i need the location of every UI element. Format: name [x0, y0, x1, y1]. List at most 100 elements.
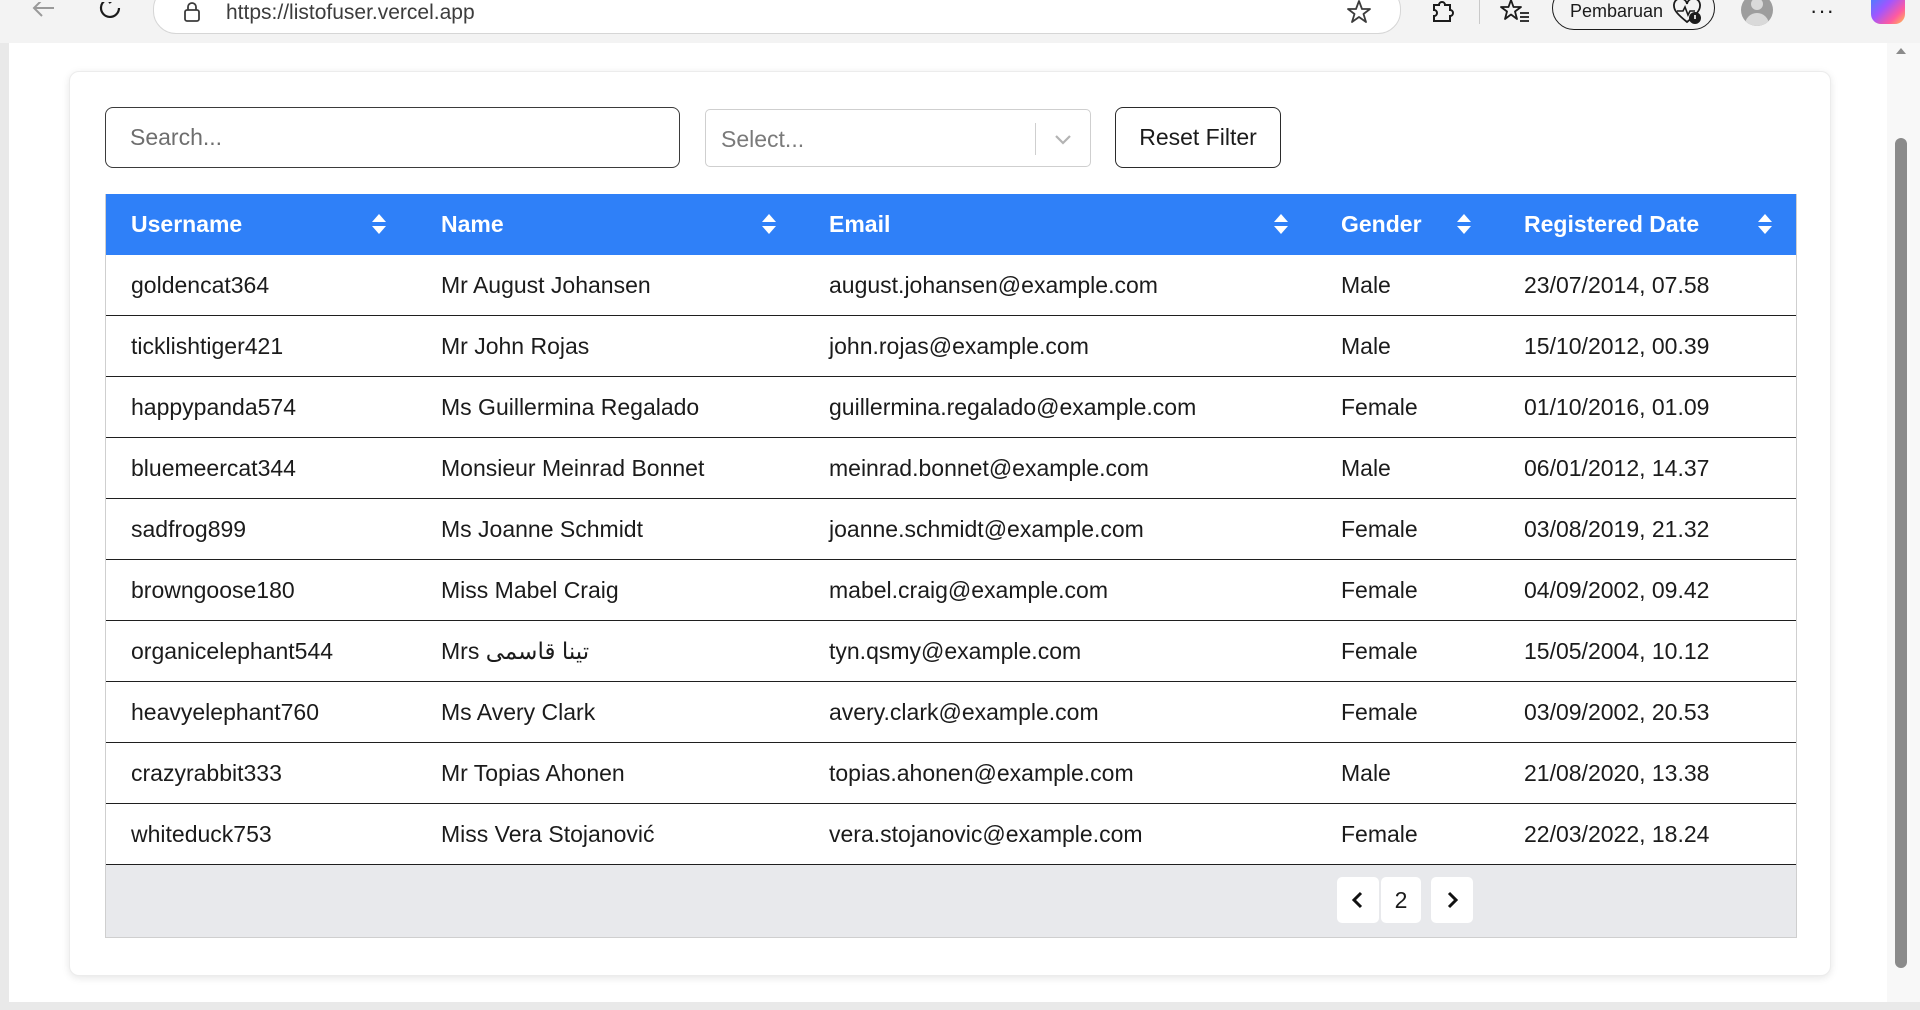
refresh-button[interactable]: [91, 0, 131, 28]
sort-icon[interactable]: [371, 213, 387, 235]
cell-gender: Male: [1341, 271, 1391, 298]
cell-email: mabel.craig@example.com: [829, 576, 1109, 603]
gender-select[interactable]: Select...: [705, 109, 1091, 167]
table-body: goldencat364 Mr August Johansen august.joh…: [106, 255, 1796, 865]
prev-page-button[interactable]: [1337, 877, 1379, 923]
select-divider: [1035, 123, 1036, 155]
column-username-header[interactable]: Username: [131, 194, 242, 255]
cell-name: Mr Topias Ahonen: [441, 759, 625, 786]
chevron-down-icon[interactable]: [1052, 128, 1074, 150]
refresh-icon: [99, 2, 121, 19]
cell-username: goldencat364: [131, 271, 270, 298]
back-button[interactable]: [22, 0, 62, 28]
cell-name: Ms Joanne Schmidt: [441, 515, 643, 542]
update-button[interactable]: Pembaruan: [1552, 0, 1715, 30]
column-registered-date-header[interactable]: Registered Date: [1524, 194, 1699, 255]
cell-registered: 03/08/2019, 21.32: [1524, 515, 1710, 542]
cell-username: whiteduck753: [131, 820, 272, 847]
cell-name: Ms Avery Clark: [441, 698, 596, 725]
cell-username: ticklishtiger421: [131, 332, 284, 359]
toolbar-divider: [1479, 0, 1480, 24]
users-table: Username Name Email Gender Registered Date g…: [105, 194, 1797, 938]
url-text: https://listofuser.vercel.app: [226, 1, 475, 24]
cell-username: browngoose180: [131, 576, 295, 603]
sort-icon[interactable]: [1757, 213, 1773, 235]
table-row: bluemeercat344 Monsieur Meinrad Bonnet mei…: [106, 438, 1796, 499]
more-menu-button[interactable]: ···: [1810, 0, 1835, 24]
search-input[interactable]: [105, 107, 680, 168]
select-placeholder: Select...: [721, 126, 805, 152]
copilot-icon[interactable]: [1871, 0, 1905, 24]
favorites-icon[interactable]: [1500, 0, 1530, 25]
cell-username: organicelephant544: [131, 637, 334, 664]
cell-name: Mrs تينا قاسمی: [441, 637, 590, 664]
table-row: goldencat364 Mr August Johansen august.joh…: [106, 255, 1796, 316]
cell-registered: 23/07/2014, 07.58: [1524, 271, 1710, 298]
extensions-icon[interactable]: [1428, 0, 1456, 25]
scroll-up-arrow[interactable]: [1896, 48, 1906, 54]
table-row: happypanda574 Ms Guillermina Regalado guil…: [106, 377, 1796, 438]
cell-email: vera.stojanovic@example.com: [829, 820, 1143, 847]
cell-gender: Female: [1341, 515, 1418, 542]
cell-email: john.rojas@example.com: [829, 332, 1089, 359]
table-row: heavyelephant760 Ms Avery Clark avery.clar…: [106, 682, 1796, 743]
cell-gender: Male: [1341, 332, 1391, 359]
current-page: 2: [1381, 877, 1421, 923]
cell-name: Miss Mabel Craig: [441, 576, 619, 603]
cell-email: avery.clark@example.com: [829, 698, 1099, 725]
reset-filter-button[interactable]: Reset Filter: [1115, 107, 1281, 168]
profile-avatar[interactable]: [1741, 0, 1773, 26]
scrollbar-thumb[interactable]: [1895, 138, 1907, 968]
cell-registered: 04/09/2002, 09.42: [1524, 576, 1710, 603]
cell-gender: Female: [1341, 393, 1418, 420]
browser-toolbar: https://listofuser.vercel.app Pembaruan …: [0, 0, 1920, 43]
table-row: browngoose180 Miss Mabel Craig mabel.craig…: [106, 560, 1796, 621]
update-label: Pembaruan: [1570, 1, 1664, 21]
cell-email: meinrad.bonnet@example.com: [829, 454, 1149, 481]
cell-registered: 21/08/2020, 13.38: [1524, 759, 1710, 786]
cell-registered: 15/10/2012, 00.39: [1524, 332, 1710, 359]
heart-pulse-icon: [1673, 0, 1701, 24]
cell-registered: 06/01/2012, 14.37: [1524, 454, 1710, 481]
cell-gender: Male: [1341, 759, 1391, 786]
cell-registered: 01/10/2016, 01.09: [1524, 393, 1710, 420]
table-row: organicelephant544 Mrs تينا قاسمی tyn.qsmy…: [106, 621, 1796, 682]
table-header: Username Name Email Gender Registered Date: [106, 194, 1796, 255]
cell-gender: Female: [1341, 820, 1418, 847]
column-name-header[interactable]: Name: [441, 194, 504, 255]
cell-username: bluemeercat344: [131, 454, 296, 481]
cell-name: Mr August Johansen: [441, 271, 651, 298]
cell-name: Miss Vera Stojanović: [441, 820, 655, 847]
cell-email: topias.ahonen@example.com: [829, 759, 1134, 786]
cell-gender: Female: [1341, 637, 1418, 664]
cell-name: Ms Guillermina Regalado: [441, 393, 700, 420]
window-bottom-edge: [0, 1002, 1920, 1010]
column-email-header[interactable]: Email: [829, 194, 890, 255]
cell-username: crazyrabbit333: [131, 759, 282, 786]
cell-gender: Female: [1341, 576, 1418, 603]
table-row: crazyrabbit333 Mr Topias Ahonen topias.aho…: [106, 743, 1796, 804]
table-row: sadfrog899 Ms Joanne Schmidt joanne.schmid…: [106, 499, 1796, 560]
chevron-right-icon: [1447, 891, 1459, 909]
next-page-button[interactable]: [1431, 877, 1473, 923]
column-gender-header[interactable]: Gender: [1341, 194, 1422, 255]
sort-icon[interactable]: [1273, 213, 1289, 235]
cell-registered: 03/09/2002, 20.53: [1524, 698, 1710, 725]
cell-registered: 15/05/2004, 10.12: [1524, 637, 1710, 664]
cell-username: heavyelephant760: [131, 698, 319, 725]
cell-name: Monsieur Meinrad Bonnet: [441, 454, 705, 481]
table-row: whiteduck753 Miss Vera Stojanović vera.sto…: [106, 804, 1796, 865]
cell-email: joanne.schmidt@example.com: [829, 515, 1144, 542]
table-row: ticklishtiger421 Mr John Rojas john.rojas@…: [106, 316, 1796, 377]
address-bar[interactable]: https://listofuser.vercel.app: [153, 0, 1401, 34]
sort-icon[interactable]: [1456, 213, 1472, 235]
cell-registered: 22/03/2022, 18.24: [1524, 820, 1710, 847]
sort-icon[interactable]: [761, 213, 777, 235]
cell-email: tyn.qsmy@example.com: [829, 637, 1082, 664]
favorite-star-icon[interactable]: [1346, 0, 1372, 25]
table-footer: 2: [106, 865, 1796, 938]
cell-name: Mr John Rojas: [441, 332, 590, 359]
cell-username: happypanda574: [131, 393, 296, 420]
chevron-left-icon: [1351, 891, 1363, 909]
cell-gender: Male: [1341, 454, 1391, 481]
